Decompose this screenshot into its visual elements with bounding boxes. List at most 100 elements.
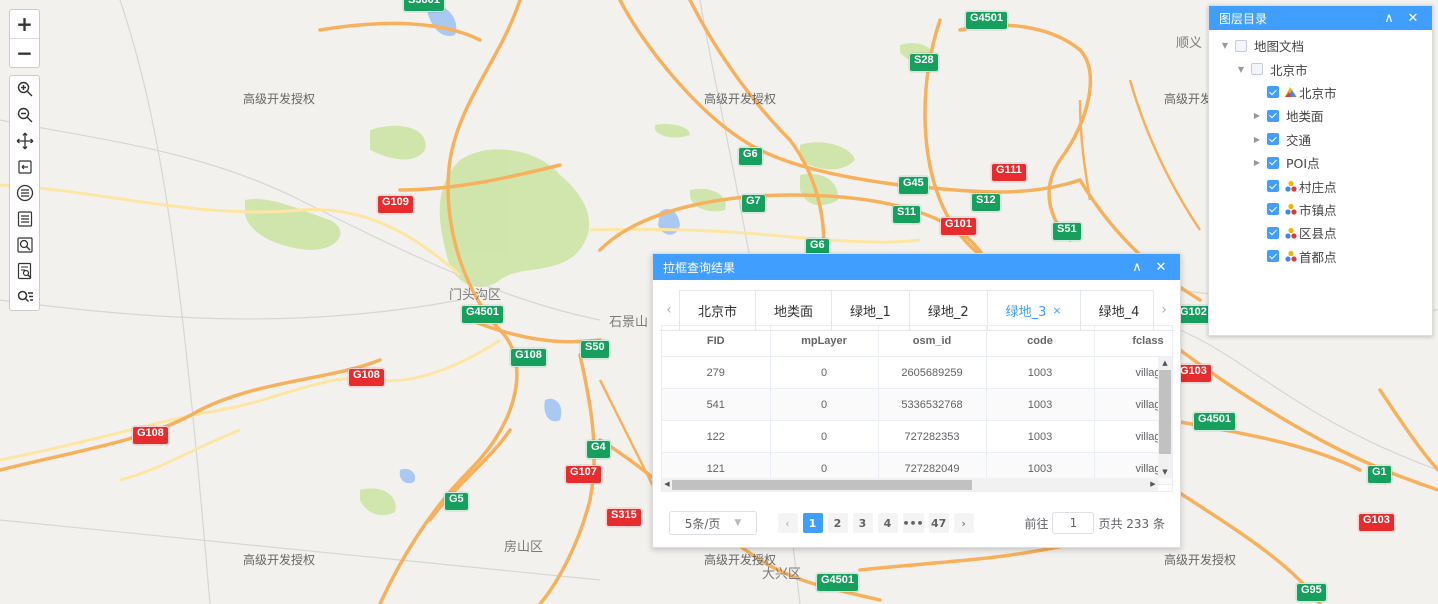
- highway-shield: S12: [971, 193, 1001, 212]
- layer-panel-close-button[interactable]: ✕: [1404, 11, 1422, 26]
- more-pages-button[interactable]: •••: [902, 513, 924, 533]
- result-panel-minimize-button[interactable]: ∧: [1128, 260, 1146, 275]
- goto-label: 前往: [1024, 516, 1049, 531]
- place-label: 房山区: [504, 540, 544, 555]
- highway-shield: G7: [741, 194, 766, 213]
- layer-checkbox[interactable]: [1267, 133, 1279, 146]
- tabs-next-button[interactable]: ›: [1154, 290, 1174, 330]
- table-header-row: FID mpLayer osm_id code fclass: [662, 326, 1172, 357]
- result-panel-header: 拉框查询结果 ∧ ✕: [653, 254, 1180, 280]
- layer-panel-minimize-button[interactable]: ∧: [1380, 11, 1398, 26]
- table-vertical-scrollbar[interactable]: ▲ ▼: [1158, 357, 1172, 478]
- attribute-query-button[interactable]: [10, 258, 39, 284]
- box-query-button[interactable]: [10, 232, 39, 258]
- layer-checkbox[interactable]: [1235, 39, 1247, 52]
- layer-checkbox[interactable]: [1251, 63, 1263, 76]
- tab-close-icon[interactable]: ×: [1052, 304, 1061, 317]
- area-layer-icon: [1284, 85, 1298, 99]
- layer-list-button[interactable]: [10, 180, 39, 206]
- layer-catalog-panel: 图层目录 ∧ ✕ ▼ 地图文档 ▼ 北京市 北京市 ▶ 地类面 ▶ 交通 ▶ POI点 村庄点 市镇点区…: [1208, 5, 1433, 336]
- tabs-prev-button[interactable]: ‹: [659, 290, 679, 330]
- column-header[interactable]: fclass: [1094, 326, 1172, 357]
- layer-tree-node[interactable]: ▶ POI点: [1209, 151, 1432, 174]
- point-layer-icon: [1284, 202, 1298, 216]
- column-header[interactable]: mpLayer: [770, 326, 879, 357]
- layer-tree-node[interactable]: 市镇点: [1209, 198, 1432, 221]
- highway-shield: S28: [909, 53, 939, 72]
- layer-checkbox[interactable]: [1267, 250, 1279, 263]
- search-filter-icon: [17, 290, 33, 302]
- layer-panel-header: 图层目录 ∧ ✕: [1209, 6, 1432, 30]
- caret-down-icon[interactable]: ▼: [1235, 65, 1247, 74]
- page-number-button[interactable]: 3: [852, 513, 873, 533]
- table-row[interactable]: 279 0 2605689259 1003 villag: [662, 356, 1172, 389]
- table-row[interactable]: 541 0 5336532768 1003 villag: [662, 388, 1172, 421]
- chevron-down-icon: ▼: [734, 518, 742, 528]
- page-number-button[interactable]: 2: [827, 513, 848, 533]
- table-horizontal-scrollbar[interactable]: ◀ ▶: [662, 478, 1158, 491]
- zoom-out-button[interactable]: −: [10, 38, 39, 67]
- caret-down-icon[interactable]: ▼: [1219, 41, 1231, 50]
- vertical-scroll-thumb[interactable]: [1159, 370, 1171, 454]
- zoom-out-tool-button[interactable]: [10, 102, 39, 128]
- horizontal-scroll-thumb[interactable]: [672, 480, 972, 490]
- table-cell: 541: [662, 388, 771, 421]
- pan-tool-button[interactable]: [10, 128, 39, 154]
- place-label: 大兴区: [762, 567, 802, 582]
- scroll-right-icon[interactable]: ▶: [1148, 478, 1158, 491]
- table-row[interactable]: 122 0 727282353 1003 villag: [662, 420, 1172, 453]
- highway-shield: G95: [1296, 583, 1327, 602]
- layer-tree-node[interactable]: ▼ 北京市: [1209, 57, 1432, 80]
- watermark-label: 高级开发授权: [243, 92, 316, 106]
- highway-shield: S315: [606, 508, 642, 527]
- layer-tree-node[interactable]: ▶ 地类面: [1209, 104, 1432, 127]
- point-layer-icon: [1284, 179, 1298, 193]
- goto-page-input[interactable]: 1: [1052, 512, 1095, 534]
- page-number-button[interactable]: 4: [877, 513, 898, 533]
- layer-checkbox[interactable]: [1267, 156, 1279, 169]
- table-body: 279 0 2605689259 1003 villag 541 0 5336532768 10…: [662, 356, 1172, 485]
- scroll-down-icon[interactable]: ▼: [1158, 466, 1172, 478]
- column-header[interactable]: code: [986, 326, 1095, 357]
- zoom-in-tool-button[interactable]: [10, 76, 39, 102]
- layer-tree-node[interactable]: 北京市: [1209, 81, 1432, 104]
- layer-tree-node[interactable]: 区县点: [1209, 221, 1432, 244]
- layer-panel-title: 图层目录: [1219, 11, 1268, 26]
- layer-checkbox[interactable]: [1267, 203, 1279, 216]
- search-filter-button[interactable]: [10, 284, 39, 310]
- layer-label: 地图文档: [1254, 39, 1305, 55]
- layer-tree-node[interactable]: ▼ 地图文档: [1209, 34, 1432, 57]
- layer-tree-node[interactable]: 村庄点: [1209, 174, 1432, 197]
- page-size-select[interactable]: 5条/页 ▼: [669, 511, 757, 535]
- highway-shield: S51: [1052, 222, 1082, 241]
- highway-shield: G1: [1367, 465, 1392, 484]
- layer-tree-node[interactable]: 首都点: [1209, 245, 1432, 268]
- layer-checkbox[interactable]: [1267, 86, 1279, 99]
- caret-right-icon[interactable]: ▶: [1251, 135, 1263, 144]
- result-panel-close-button[interactable]: ✕: [1152, 260, 1170, 275]
- layer-checkbox[interactable]: [1267, 226, 1279, 239]
- column-header[interactable]: osm_id: [878, 326, 987, 357]
- highway-shield: S3801: [403, 0, 445, 12]
- scroll-left-icon[interactable]: ◀: [662, 478, 672, 491]
- page-number-button[interactable]: 1: [802, 513, 823, 533]
- list-button[interactable]: [10, 206, 39, 232]
- prev-page-button[interactable]: ‹: [777, 513, 798, 533]
- tab-list: 北京市 地类面 绿地_1 绿地_2 绿地_3 × 绿地_4: [679, 290, 1154, 330]
- place-label: 顺义: [1176, 36, 1203, 51]
- zoom-in-button[interactable]: +: [10, 10, 39, 38]
- layer-checkbox[interactable]: [1267, 109, 1279, 122]
- column-header[interactable]: FID: [662, 326, 771, 357]
- page-size-value: 5条/页: [684, 516, 721, 531]
- scroll-up-icon[interactable]: ▲: [1158, 357, 1172, 369]
- next-page-button[interactable]: ›: [953, 513, 974, 533]
- layer-tree-node[interactable]: ▶ 交通: [1209, 128, 1432, 151]
- layer-checkbox[interactable]: [1267, 180, 1279, 193]
- restore-view-button[interactable]: [10, 154, 39, 180]
- caret-right-icon[interactable]: ▶: [1251, 158, 1263, 167]
- highway-shield: G5: [444, 492, 469, 511]
- highway-shield: G109: [377, 195, 414, 214]
- zoom-in-icon: [17, 81, 32, 97]
- caret-right-icon[interactable]: ▶: [1251, 111, 1263, 120]
- page-number-button[interactable]: 47: [928, 513, 949, 533]
